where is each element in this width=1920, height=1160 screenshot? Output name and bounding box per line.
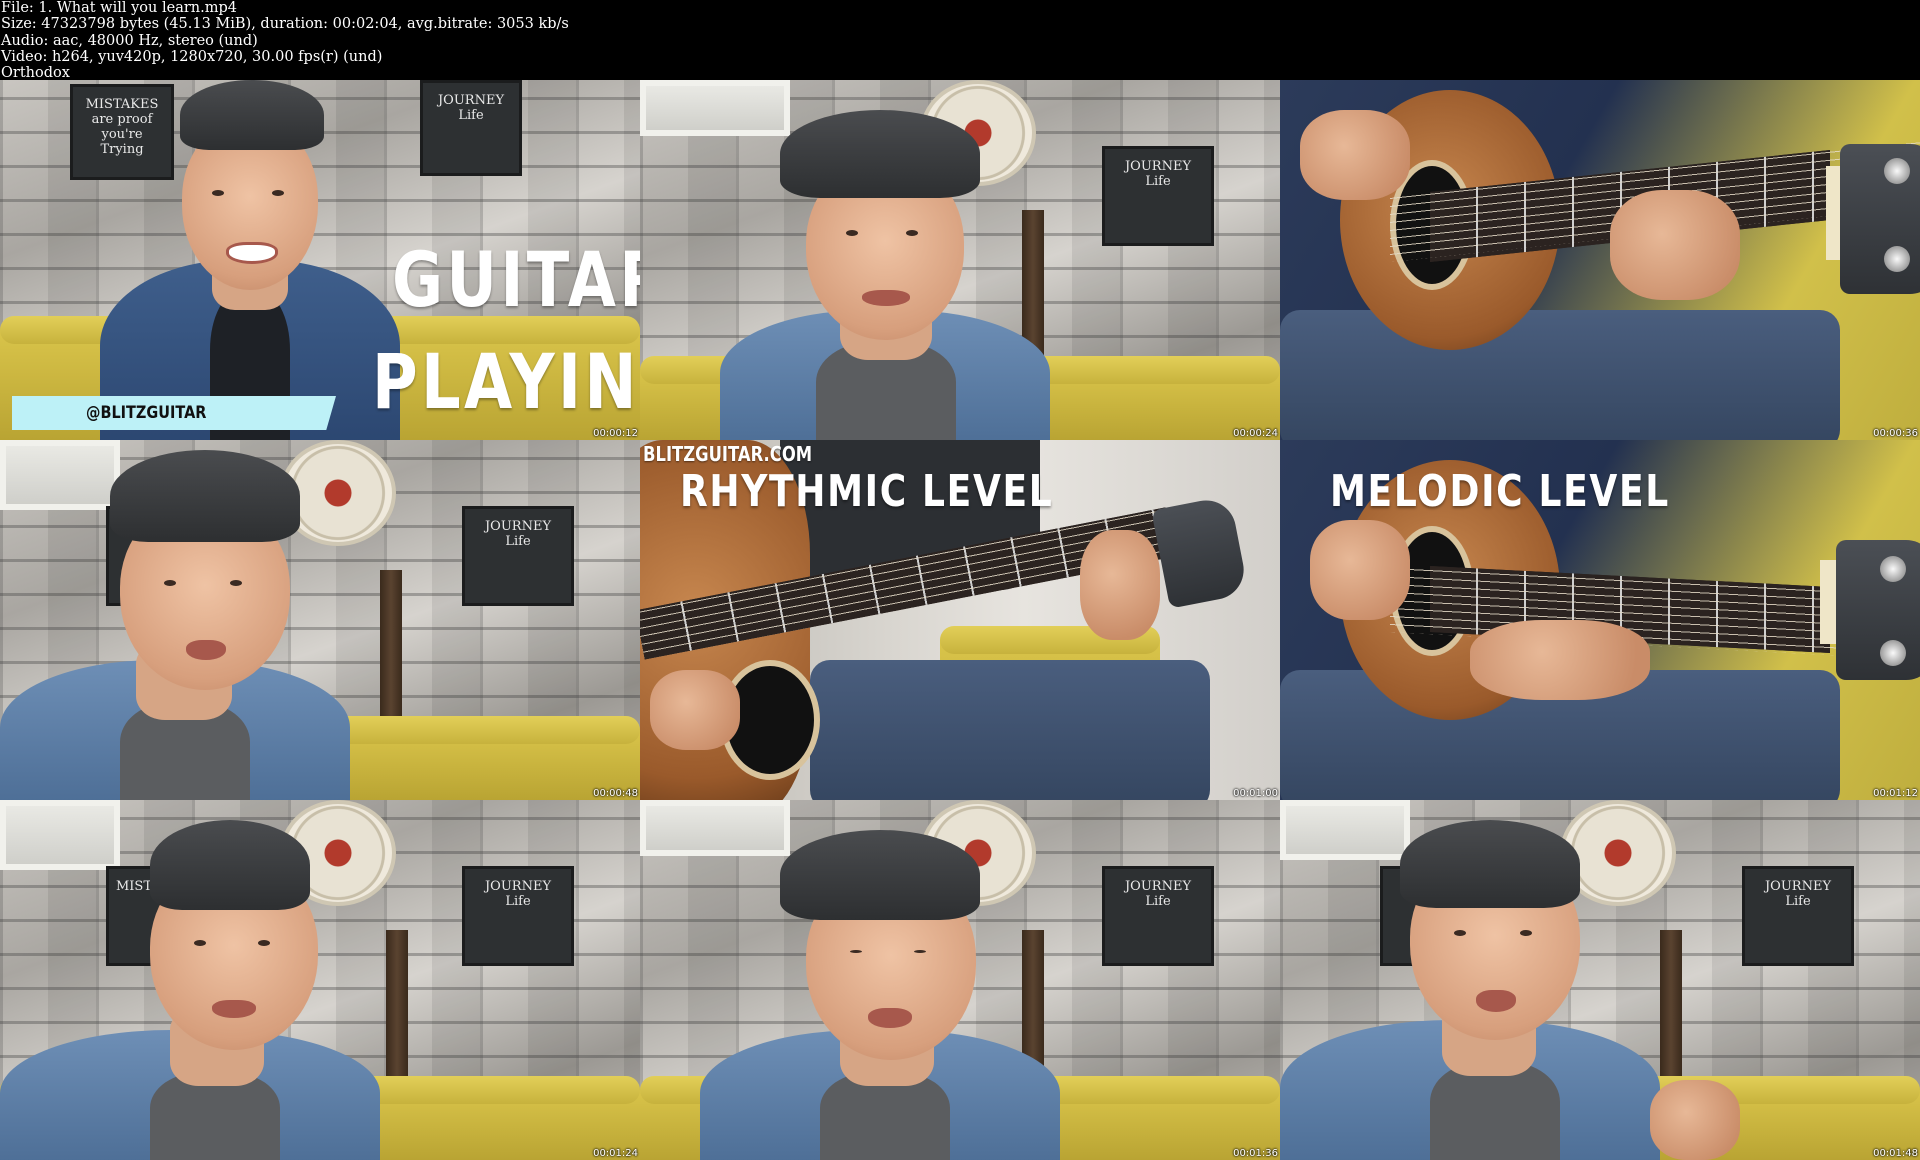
timestamp: 00:01:36 [1233,1148,1278,1159]
timestamp: 00:00:36 [1873,428,1918,439]
timestamp: 00:00:12 [593,428,638,439]
timestamp: 00:01:24 [593,1148,638,1159]
strumming-hand [1310,520,1410,620]
guitar-nut [1820,560,1836,644]
thumbnail-frame-4[interactable]: M JOURNEYLife 00:00:48 [0,440,640,800]
timestamp: 00:01:00 [1233,788,1278,799]
audio-info-line: Audio: aac, 48000 Hz, stereo (und) [1,32,258,49]
title-melodic-level: MELODIC LEVEL [1330,466,1670,517]
wall-sign-journey: JOURNEY Life [420,80,522,176]
tuning-peg-icon [1884,158,1910,184]
thumbnail-frame-7[interactable]: MIST JOURNEY Life 00:01:24 [0,800,640,1160]
tuning-peg-icon [1884,246,1910,272]
jeans [1280,310,1840,440]
video-info-line: Video: h264, yuv420p, 1280x720, 30.00 fp… [1,48,383,65]
jeans [810,660,1210,800]
site-watermark: BLITZGUITAR.COM [643,442,813,466]
presenter [0,440,640,800]
fretting-hand [1470,620,1650,700]
file-info-header: File: 1. What will you learn.mp4 Size: 4… [0,0,1920,81]
fretting-hand [1610,190,1740,300]
title-guitar: GUITAR [392,235,640,324]
file-size-line: Size: 47323798 bytes (45.13 MiB), durati… [1,16,569,33]
strumming-hand [1300,110,1410,200]
timestamp: 00:00:48 [593,788,638,799]
presenter [640,80,1280,440]
thumbnail-frame-9[interactable]: JOURNEY Life 00:01:48 [1280,800,1920,1160]
contact-sheet-viewer: File: 1. What will you learn.mp4 Size: 4… [0,0,1920,1160]
file-name-line: File: 1. What will you learn.mp4 [1,0,237,16]
thumbnail-frame-3[interactable]: 00:00:36 [1280,80,1920,440]
presenter [0,800,640,1160]
thumbnail-frame-2[interactable]: JOURNEY Life 00:00:24 [640,80,1280,440]
fretting-hand [1080,530,1160,640]
timestamp: 00:01:48 [1873,1148,1918,1159]
timestamp: 00:01:12 [1873,788,1918,799]
thumbnail-grid: MISTAKES are proof you're Trying JOURNEY Lif… [0,80,1920,1160]
presenter [1280,800,1920,1160]
title-rhythmic-level: RHYTHMIC LEVEL [680,466,1054,517]
thumbnail-frame-5[interactable]: BLITZGUITAR.COM RHYTHMIC LEVEL 00:01:00 [640,440,1280,800]
thumbnail-frame-6[interactable]: MELODIC LEVEL 00:01:12 [1280,440,1920,800]
thumbnail-frame-8[interactable]: JOURNEY Life 00:01:36 [640,800,1280,1160]
thumbnail-frame-1[interactable]: MISTAKES are proof you're Trying JOURNEY Lif… [0,80,640,440]
handle-text: @BLITZGUITAR [86,403,207,423]
strumming-hand [650,670,740,750]
guitar-headstock [1836,540,1920,680]
tuning-peg-icon [1880,556,1906,582]
title-playing: PLAYING [372,337,640,426]
presenter [640,800,1280,1160]
timestamp: 00:00:24 [1233,428,1278,439]
tuning-peg-icon [1880,640,1906,666]
